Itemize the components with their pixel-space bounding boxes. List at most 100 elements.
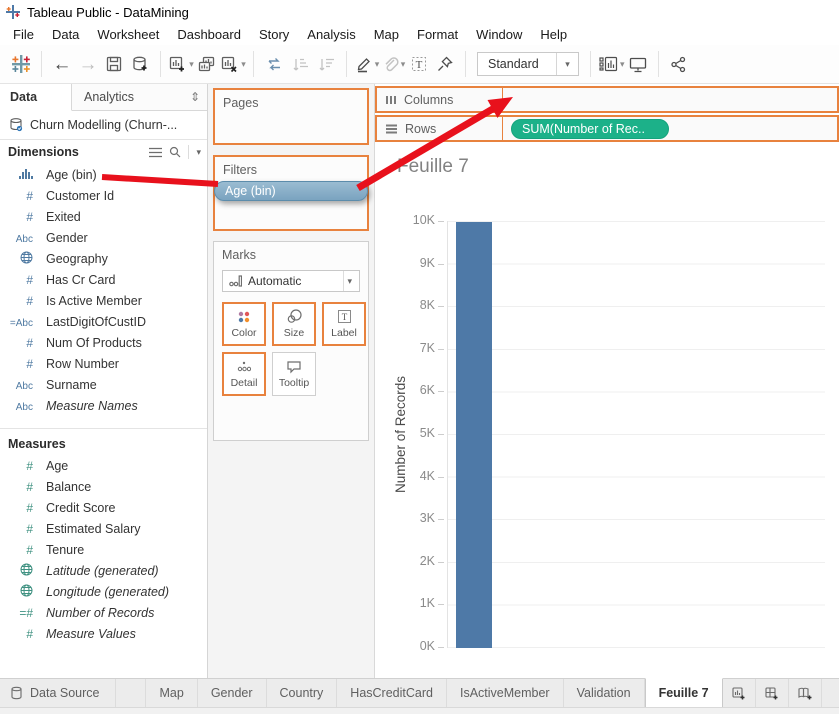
mark-type-dropdown[interactable]: Automatic ▾ — [222, 270, 360, 292]
mark-type-icon — [229, 275, 242, 287]
show-mark-labels-button[interactable]: T — [406, 49, 432, 79]
menu-window[interactable]: Window — [467, 25, 531, 44]
field-measure-values[interactable]: # Measure Values — [0, 623, 207, 644]
tab-gender[interactable]: Gender — [198, 679, 267, 707]
new-worksheet-tab-button[interactable] — [723, 679, 756, 707]
sort-ascending-button[interactable] — [287, 49, 313, 79]
field-age-bin[interactable]: Age (bin) — [0, 164, 207, 185]
number-icon: # — [26, 272, 33, 287]
field-num-of-products[interactable]: # Num Of Products — [0, 332, 207, 353]
new-dashboard-tab-button[interactable] — [756, 679, 789, 707]
tab-map[interactable]: Map — [146, 679, 198, 707]
plot-area[interactable] — [447, 221, 825, 648]
tableau-logo-icon[interactable] — [8, 49, 34, 79]
columns-shelf[interactable]: Columns — [375, 86, 839, 113]
pages-shelf[interactable]: Pages — [213, 88, 369, 145]
field-lastdigitofcustid[interactable]: =Abc LastDigitOfCustID — [0, 311, 207, 332]
menu-analysis[interactable]: Analysis — [298, 25, 364, 44]
filters-shelf[interactable]: Filters Age (bin) — [213, 155, 369, 231]
color-button[interactable]: Color — [222, 302, 266, 346]
search-icon[interactable] — [169, 146, 181, 158]
save-button[interactable] — [101, 49, 127, 79]
tab-data-source[interactable]: Data Source — [0, 679, 117, 707]
clear-sheet-button[interactable]: ▾ — [220, 49, 246, 79]
label-button[interactable]: T Label — [322, 302, 366, 346]
field-balance[interactable]: # Balance — [0, 476, 207, 497]
field-is-active-member[interactable]: # Is Active Member — [0, 290, 207, 311]
field-customer-id[interactable]: # Customer Id — [0, 185, 207, 206]
show-me-button[interactable]: ▾ — [598, 49, 625, 79]
view-list-icon[interactable] — [149, 147, 163, 158]
number-icon: # — [26, 356, 33, 371]
menu-map[interactable]: Map — [365, 25, 408, 44]
field-exited[interactable]: # Exited — [0, 206, 207, 227]
tab-isactivemember[interactable]: IsActiveMember — [447, 679, 564, 707]
menu-story[interactable]: Story — [250, 25, 298, 44]
chevron-down-icon[interactable]: ▾ — [401, 59, 406, 70]
menu-format[interactable]: Format — [408, 25, 467, 44]
field-row-number[interactable]: # Row Number — [0, 353, 207, 374]
chevron-down-icon[interactable]: ▾ — [556, 53, 578, 75]
text-icon: Abc — [15, 233, 33, 245]
field-longitude-generated[interactable]: Longitude (generated) — [0, 581, 207, 602]
data-source-icon — [132, 56, 146, 70]
swap-rows-columns-button[interactable] — [261, 49, 287, 79]
tab-hascreditcard[interactable]: HasCreditCard — [337, 679, 447, 707]
field-has-cr-card[interactable]: # Has Cr Card — [0, 269, 207, 290]
size-button[interactable]: Size — [272, 302, 316, 346]
new-story-icon — [798, 687, 812, 699]
tab-data[interactable]: Data — [0, 84, 72, 111]
field-gender[interactable]: Abc Gender — [0, 227, 207, 248]
field-tenure[interactable]: # Tenure — [0, 539, 207, 560]
menu-data[interactable]: Data — [43, 25, 88, 44]
detail-button[interactable]: Detail — [222, 352, 266, 396]
status-bar — [0, 707, 839, 714]
share-button[interactable] — [666, 49, 692, 79]
sheet-view[interactable]: Feuille 7 Number of Records 10K 9K 8K 7K… — [375, 144, 839, 678]
sort-descending-button[interactable] — [313, 49, 339, 79]
bar-sum-number-of-records[interactable] — [456, 222, 492, 648]
number-icon: # — [26, 209, 33, 224]
menu-dashboard[interactable]: Dashboard — [168, 25, 250, 44]
rows-shelf[interactable]: Rows SUM(Number of Rec.. — [375, 115, 839, 142]
chevron-down-icon[interactable]: ▾ — [343, 271, 355, 291]
tooltip-button[interactable]: Tooltip — [272, 352, 316, 396]
field-age[interactable]: # Age — [0, 455, 207, 476]
field-number-of-records[interactable]: =# Number of Records — [0, 602, 207, 623]
pill-sum-number-of-records[interactable]: SUM(Number of Rec.. — [511, 118, 669, 139]
group-members-button[interactable]: ▾ — [380, 49, 406, 79]
menu-file[interactable]: File — [4, 25, 43, 44]
new-worksheet-button[interactable]: ▾ — [168, 49, 194, 79]
tab-country[interactable]: Country — [267, 679, 338, 707]
window-title: Tableau Public - DataMining — [27, 4, 189, 20]
pill-age-bin[interactable]: Age (bin) — [214, 181, 368, 201]
tab-validation[interactable]: Validation — [564, 679, 645, 707]
field-credit-score[interactable]: # Credit Score — [0, 497, 207, 518]
presentation-mode-button[interactable] — [625, 49, 651, 79]
tab-analytics[interactable]: Analytics — [72, 84, 183, 110]
fit-selector[interactable]: Standard ▾ — [477, 52, 579, 76]
new-story-tab-button[interactable] — [789, 679, 822, 707]
undo-button[interactable]: ← — [49, 49, 75, 79]
data-source-item[interactable]: Churn Modelling (Churn-... — [0, 111, 207, 140]
new-data-source-button[interactable] — [127, 49, 153, 79]
highlight-button[interactable]: ▾ — [354, 49, 380, 79]
field-estimated-salary[interactable]: # Estimated Salary — [0, 518, 207, 539]
menu-help[interactable]: Help — [531, 25, 576, 44]
redo-button[interactable]: → — [75, 49, 101, 79]
field-geography[interactable]: Geography — [0, 248, 207, 269]
fit-selector-value: Standard — [488, 57, 539, 71]
swap-panes-icon[interactable]: ⇕ — [183, 84, 207, 110]
chevron-down-icon[interactable]: ▾ — [375, 59, 380, 70]
fix-axes-button[interactable] — [432, 49, 458, 79]
chevron-down-icon[interactable]: ▾ — [196, 147, 201, 158]
duplicate-sheet-button[interactable] — [194, 49, 220, 79]
chevron-down-icon[interactable]: ▾ — [241, 59, 246, 70]
number-icon: # — [26, 293, 33, 308]
field-surname[interactable]: Abc Surname — [0, 374, 207, 395]
tab-feuille-7[interactable]: Feuille 7 — [644, 678, 723, 707]
field-measure-names[interactable]: Abc Measure Names — [0, 395, 207, 416]
menu-worksheet[interactable]: Worksheet — [88, 25, 168, 44]
globe-icon — [0, 584, 34, 600]
field-latitude-generated[interactable]: Latitude (generated) — [0, 560, 207, 581]
